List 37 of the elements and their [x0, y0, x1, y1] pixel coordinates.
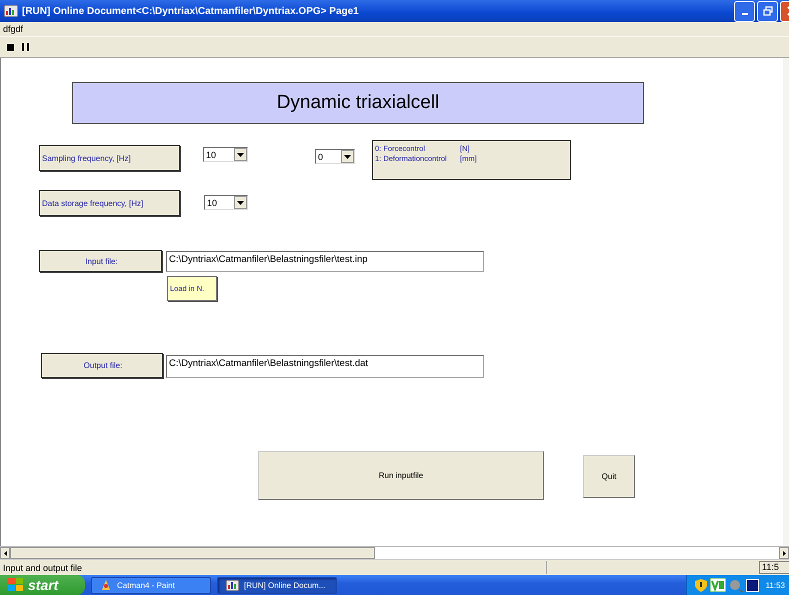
dropdown-arrow-icon: [237, 200, 244, 204]
chart-icon: [4, 5, 18, 17]
field-label: Output file:: [41, 353, 163, 378]
field-label: Sampling frequency, [Hz]: [39, 145, 180, 171]
storage-dropdown[interactable]: 10: [204, 195, 248, 210]
horizontal-scrollbar[interactable]: [0, 546, 789, 559]
field-label: Data storage frequency, [Hz]: [39, 190, 180, 216]
stop-icon[interactable]: [7, 44, 14, 50]
paint-icon: [100, 579, 112, 591]
field-label: Input file:: [39, 250, 162, 272]
sampling-dropdown[interactable]: 10: [203, 147, 248, 162]
minimize-button[interactable]: [734, 0, 755, 22]
menu-item[interactable]: dfgdf: [3, 24, 24, 34]
taskbar-button[interactable]: [RUN] Online Docum...: [217, 576, 337, 594]
run-button[interactable]: Run inputfile: [258, 451, 544, 500]
taskbar-button[interactable]: Catman4 - Paint: [91, 576, 211, 594]
shield-icon[interactable]: [694, 578, 707, 592]
status-clock: 11:5: [759, 561, 789, 574]
restore-button[interactable]: [757, 0, 778, 22]
pause-icon[interactable]: [22, 43, 29, 51]
right-arrow-icon[interactable]: [782, 550, 786, 556]
window-title: [RUN] Online Document<C:\Dyntriax\Catmanfiler\Dyntriax.OPG> Page1: [22, 6, 359, 16]
restore-icon: [762, 6, 772, 16]
monitor-icon[interactable]: [746, 578, 759, 592]
input-file-field[interactable]: C:\Dyntriax\Catmanfiler\Belastningsfiler\test.inp: [166, 251, 484, 272]
page-banner: Dynamic triaxialcell: [72, 82, 644, 124]
quit-button[interactable]: Quit: [583, 455, 635, 498]
mode-dropdown[interactable]: 0: [315, 149, 355, 164]
status-message: Input and output file: [2, 562, 84, 572]
app-tray-icon[interactable]: [710, 578, 726, 592]
chart-icon: [226, 580, 239, 590]
output-file-field[interactable]: C:\Dyntriax\Catmanfiler\Belastningsfiler\test.dat: [166, 355, 484, 378]
dropdown-arrow-icon: [344, 154, 351, 158]
dropdown-arrow-icon: [237, 152, 244, 156]
taskbar-clock: 11:53: [766, 580, 785, 590]
windows-flag-icon: [8, 578, 24, 592]
left-arrow-icon[interactable]: [4, 550, 6, 556]
